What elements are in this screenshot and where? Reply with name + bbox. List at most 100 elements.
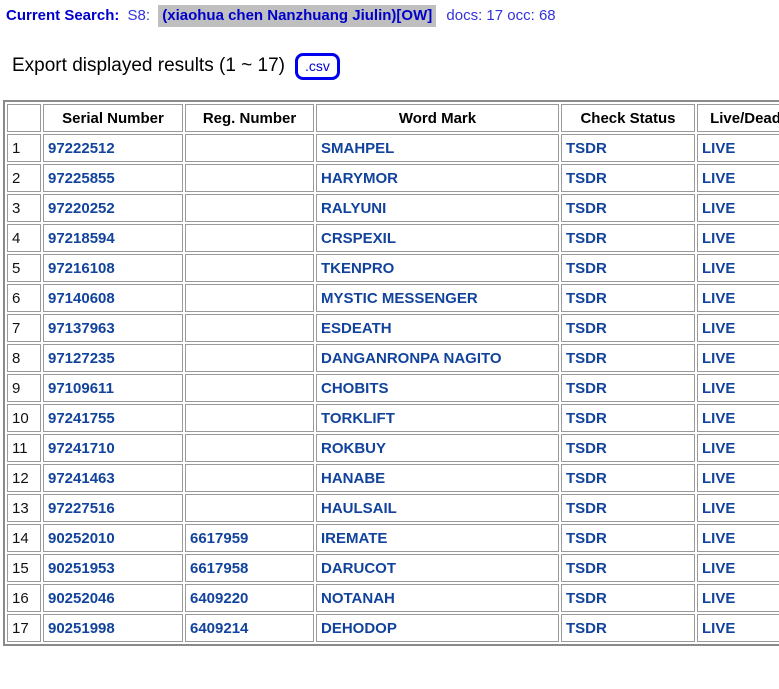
serial-number-link[interactable]: 97137963	[48, 320, 115, 337]
row-index: 14	[7, 524, 41, 552]
live-dead-link[interactable]: LIVE	[702, 590, 735, 607]
word-mark-link[interactable]: RALYUNI	[321, 200, 386, 217]
serial-number-link[interactable]: 97140608	[48, 290, 115, 307]
table-row: 14 90252010 6617959 IREMATE TSDR LIVE	[7, 524, 779, 552]
word-mark-link[interactable]: IREMATE	[321, 530, 387, 547]
serial-number-link[interactable]: 90252010	[48, 530, 115, 547]
check-status-cell: TSDR	[561, 554, 695, 582]
serial-number-link[interactable]: 97109611	[48, 380, 114, 397]
table-row: 15 90251953 6617958 DARUCOT TSDR LIVE	[7, 554, 779, 582]
live-dead-link[interactable]: LIVE	[702, 230, 735, 247]
check-status-link[interactable]: TSDR	[566, 560, 607, 577]
word-mark-link[interactable]: DARUCOT	[321, 560, 396, 577]
check-status-link[interactable]: TSDR	[566, 410, 607, 427]
live-dead-link[interactable]: LIVE	[702, 140, 735, 157]
check-status-link[interactable]: TSDR	[566, 380, 607, 397]
check-status-cell: TSDR	[561, 164, 695, 192]
current-search-bar: Current Search: S8: (xiaohua chen Nanzhu…	[0, 0, 779, 27]
check-status-link[interactable]: TSDR	[566, 230, 607, 247]
serial-number-link[interactable]: 97127235	[48, 350, 115, 367]
serial-number-link[interactable]: 97227516	[48, 500, 115, 517]
check-status-link[interactable]: TSDR	[566, 350, 607, 367]
reg-number-link[interactable]: 6617958	[190, 560, 248, 577]
serial-number-link[interactable]: 97241463	[48, 470, 115, 487]
serial-number-link[interactable]: 90251953	[48, 560, 115, 577]
check-status-cell: TSDR	[561, 374, 695, 402]
serial-number-link[interactable]: 97218594	[48, 230, 115, 247]
serial-number-cell: 97109611	[43, 374, 183, 402]
serial-number-link[interactable]: 90252046	[48, 590, 115, 607]
serial-number-link[interactable]: 97220252	[48, 200, 115, 217]
live-dead-link[interactable]: LIVE	[702, 530, 735, 547]
word-mark-cell: CRSPEXIL	[316, 224, 559, 252]
serial-number-cell: 97220252	[43, 194, 183, 222]
live-dead-link[interactable]: LIVE	[702, 500, 735, 517]
row-index: 4	[7, 224, 41, 252]
live-dead-link[interactable]: LIVE	[702, 410, 735, 427]
live-dead-link[interactable]: LIVE	[702, 560, 735, 577]
live-dead-link[interactable]: LIVE	[702, 260, 735, 277]
column-header-serial-number: Serial Number	[43, 104, 183, 132]
word-mark-link[interactable]: HARYMOR	[321, 170, 398, 187]
search-query-text[interactable]: (xiaohua chen Nanzhuang Jiulin)[OW]	[158, 5, 437, 27]
word-mark-link[interactable]: TORKLIFT	[321, 410, 395, 427]
serial-number-cell: 97222512	[43, 134, 183, 162]
reg-number-link[interactable]: 6409220	[190, 590, 248, 607]
live-dead-cell: LIVE	[697, 554, 779, 582]
check-status-link[interactable]: TSDR	[566, 530, 607, 547]
word-mark-link[interactable]: HANABE	[321, 470, 385, 487]
check-status-link[interactable]: TSDR	[566, 500, 607, 517]
table-row: 4 97218594 CRSPEXIL TSDR LIVE	[7, 224, 779, 252]
reg-number-cell	[185, 254, 314, 282]
word-mark-link[interactable]: NOTANAH	[321, 590, 395, 607]
check-status-link[interactable]: TSDR	[566, 440, 607, 457]
check-status-link[interactable]: TSDR	[566, 320, 607, 337]
serial-number-link[interactable]: 97225855	[48, 170, 115, 187]
word-mark-cell: DARUCOT	[316, 554, 559, 582]
table-row: 7 97137963 ESDEATH TSDR LIVE	[7, 314, 779, 342]
word-mark-link[interactable]: SMAHPEL	[321, 140, 394, 157]
check-status-link[interactable]: TSDR	[566, 620, 607, 637]
live-dead-link[interactable]: LIVE	[702, 380, 735, 397]
search-session-id: S8:	[127, 7, 151, 24]
live-dead-cell: LIVE	[697, 224, 779, 252]
word-mark-link[interactable]: DEHODOP	[321, 620, 397, 637]
word-mark-link[interactable]: TKENPRO	[321, 260, 394, 277]
live-dead-link[interactable]: LIVE	[702, 320, 735, 337]
serial-number-link[interactable]: 90251998	[48, 620, 115, 637]
check-status-link[interactable]: TSDR	[566, 260, 607, 277]
table-row: 9 97109611 CHOBITS TSDR LIVE	[7, 374, 779, 402]
word-mark-link[interactable]: ROKBUY	[321, 440, 386, 457]
check-status-link[interactable]: TSDR	[566, 470, 607, 487]
export-csv-button[interactable]: .csv	[295, 52, 340, 80]
word-mark-link[interactable]: MYSTIC MESSENGER	[321, 290, 478, 307]
check-status-link[interactable]: TSDR	[566, 200, 607, 217]
live-dead-link[interactable]: LIVE	[702, 470, 735, 487]
check-status-link[interactable]: TSDR	[566, 590, 607, 607]
live-dead-link[interactable]: LIVE	[702, 350, 735, 367]
reg-number-link[interactable]: 6409214	[190, 620, 248, 637]
word-mark-link[interactable]: DANGANRONPA NAGITO	[321, 350, 502, 367]
word-mark-link[interactable]: HAULSAIL	[321, 500, 397, 517]
word-mark-cell: DEHODOP	[316, 614, 559, 642]
live-dead-cell: LIVE	[697, 254, 779, 282]
live-dead-link[interactable]: LIVE	[702, 290, 735, 307]
reg-number-link[interactable]: 6617959	[190, 530, 248, 547]
word-mark-cell: CHOBITS	[316, 374, 559, 402]
check-status-link[interactable]: TSDR	[566, 140, 607, 157]
serial-number-link[interactable]: 97222512	[48, 140, 115, 157]
word-mark-link[interactable]: CHOBITS	[321, 380, 389, 397]
word-mark-link[interactable]: CRSPEXIL	[321, 230, 396, 247]
live-dead-link[interactable]: LIVE	[702, 200, 735, 217]
serial-number-link[interactable]: 97216108	[48, 260, 115, 277]
live-dead-link[interactable]: LIVE	[702, 440, 735, 457]
check-status-link[interactable]: TSDR	[566, 290, 607, 307]
live-dead-link[interactable]: LIVE	[702, 170, 735, 187]
results-table-body: 1 97222512 SMAHPEL TSDR LIVE 2 97225855 HARYMOR…	[7, 134, 779, 642]
check-status-link[interactable]: TSDR	[566, 170, 607, 187]
live-dead-link[interactable]: LIVE	[702, 620, 735, 637]
serial-number-link[interactable]: 97241710	[48, 440, 115, 457]
word-mark-cell: MYSTIC MESSENGER	[316, 284, 559, 312]
serial-number-link[interactable]: 97241755	[48, 410, 115, 427]
word-mark-link[interactable]: ESDEATH	[321, 320, 392, 337]
